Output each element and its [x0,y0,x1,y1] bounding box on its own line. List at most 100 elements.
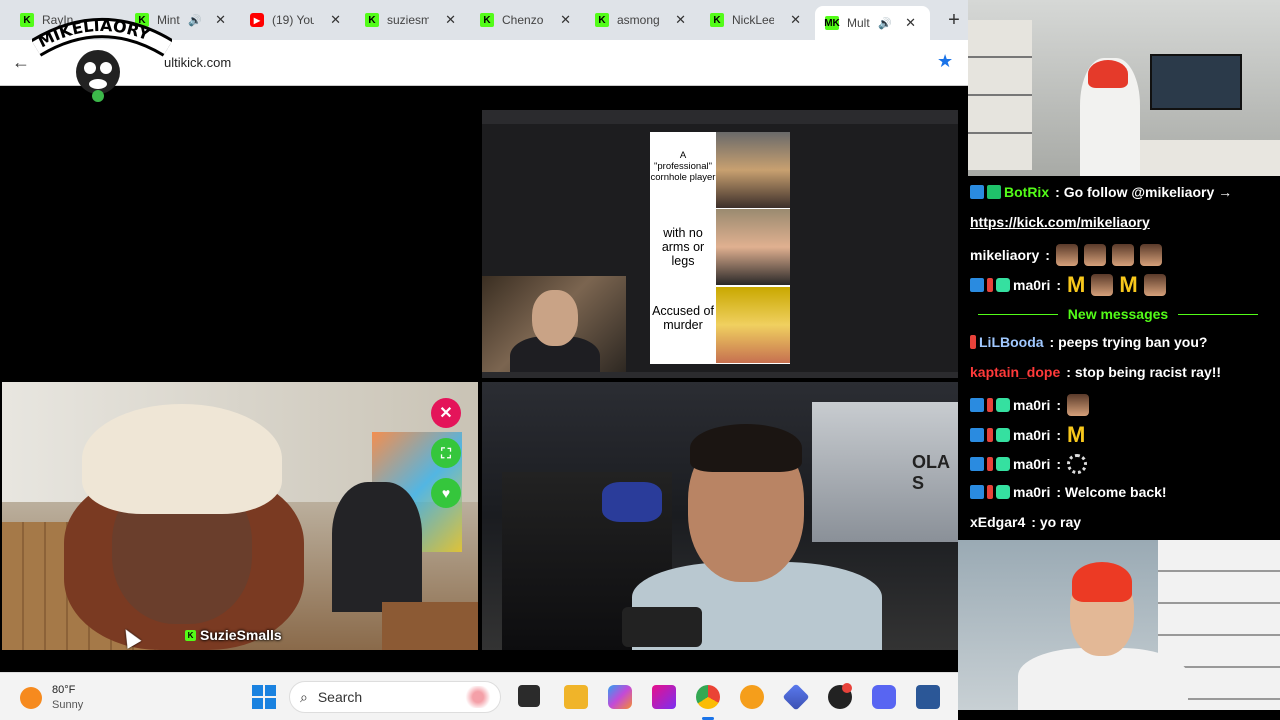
shelves [968,20,1032,170]
switch-badge-icon [987,278,993,292]
sun-app-icon[interactable] [740,685,764,709]
verified-badge-icon [970,278,984,292]
new-messages-divider[interactable]: New messages [978,304,1258,324]
chat-username[interactable]: kaptain_dope [970,364,1060,380]
close-tab-icon[interactable]: ✕ [560,12,571,28]
switch-badge-icon [987,398,993,412]
weather-widget[interactable]: 80°F Sunny [20,683,83,713]
close-stream-button[interactable]: ✕ [431,398,461,428]
chat-message: ma0ri: Welcome back! [970,484,1167,500]
verified-badge-icon [970,457,984,471]
verified-badge-icon [970,398,984,412]
streamer-beanie [1072,562,1132,602]
fullscreen-button[interactable]: ⛶ [431,438,461,468]
sub-badge-icon [996,428,1010,442]
stream-tile-car[interactable]: OLA S [482,382,958,650]
tab-suzie[interactable]: K suziesm ✕ [355,0,470,40]
kick-icon: K [595,13,609,27]
url-field[interactable]: ultikick.com [164,55,231,70]
copilot-icon[interactable] [608,685,632,709]
tab-title: NickLee [732,13,774,27]
chat-username[interactable]: ma0ri [1013,397,1050,413]
chat-message: xEdgar4: yo ray [970,514,1082,530]
sub-badge-icon [996,485,1010,499]
tab-title: asmong [617,13,659,27]
tab-asmongold[interactable]: K asmong ✕ [585,0,700,40]
meme-photo [716,132,790,208]
desk [1118,140,1280,176]
streamer-webcam [482,276,626,378]
close-tab-icon[interactable]: ✕ [445,12,456,28]
tab-title: (19) You [272,13,314,27]
weather-text: 80°F Sunny [52,683,83,713]
close-tab-icon[interactable]: ✕ [790,12,801,28]
emote-icon [1143,274,1166,296]
kick-icon: K [185,629,196,641]
blue-item [602,482,662,522]
chat-username[interactable]: ma0ri [1013,427,1050,443]
screen: { "browser": { "tabs": [ {"label": "RayI… [0,0,1280,720]
verified-badge-icon [970,485,984,499]
word-icon[interactable] [916,685,940,709]
back-arrow-icon[interactable]: ← [12,52,30,73]
emote-icon [1091,274,1114,296]
tab-multikick[interactable]: MK Mult 🔊 ✕ [815,6,930,40]
new-tab-button[interactable]: + [940,6,968,34]
close-tab-icon[interactable]: ✕ [330,12,341,28]
sun-icon [20,687,42,709]
background-table [382,602,478,650]
speaker-icon[interactable]: 🔊 [878,17,892,30]
sub-badge-icon [996,278,1010,292]
close-tab-icon[interactable]: ✕ [675,12,686,28]
chat-message: ma0ri: [970,454,1088,474]
chat-username[interactable]: xEdgar4 [970,514,1025,530]
discord-icon[interactable] [872,685,896,709]
premiere-icon[interactable] [652,685,676,709]
multikick-icon: MK [824,16,840,30]
diamond-app-icon[interactable] [782,683,810,711]
chat-username[interactable]: ma0ri [1013,456,1050,472]
chat-username[interactable]: LiLBooda [979,334,1044,350]
stream-overlay-text [482,382,592,462]
stream-tile-asmongold[interactable]: A "professional" cornhole player with no… [482,110,958,378]
stream-browser-bar [482,110,958,124]
chat-username[interactable]: ma0ri [1013,484,1050,500]
streamer-beanie [1088,60,1128,88]
speaker-icon[interactable]: 🔊 [188,14,202,27]
streamer-hair [690,424,802,472]
search-highlight-icon [464,686,492,708]
bookmark-star-icon[interactable]: ★ [937,51,953,72]
loading-spinner-emote-icon [1067,454,1088,474]
close-tab-icon[interactable]: ✕ [215,12,226,28]
emote-icon [1111,244,1134,266]
divider-line [978,313,1058,315]
search-icon: ⌕ [300,688,308,705]
chat-text: Welcome back! [1064,484,1167,500]
chat-text: Go follow @mikeliaory → [1063,184,1233,200]
windows-taskbar: 80°F Sunny ⌕ Search [0,672,958,720]
tab-chenzo[interactable]: K Chenzo ✕ [470,0,585,40]
stream-tile-suziesmalls[interactable]: ✕ ⛶ ♥ K SuzieSmalls [2,382,478,650]
switch-badge-icon [970,335,976,349]
streamer-body [1018,648,1188,710]
chat-username[interactable]: mikeliaory [970,247,1039,263]
weather-temp: 80°F [52,684,76,696]
favorite-heart-button[interactable]: ♥ [431,478,461,508]
close-tab-icon[interactable]: ✕ [905,15,916,31]
chrome-icon[interactable] [696,685,720,709]
tab-nicklee[interactable]: K NickLee ✕ [700,0,815,40]
taskbar-search[interactable]: ⌕ Search [289,681,501,713]
chat-username[interactable]: ma0ri [1013,277,1050,293]
chat-message: ma0ri: M [970,424,1085,446]
chat-link[interactable]: https://kick.com/mikeliaory [970,214,1150,230]
streamer-name: SuzieSmalls [200,627,282,643]
task-view-icon[interactable] [518,685,540,707]
chat-message: ma0ri: [970,394,1090,416]
chat-username[interactable]: BotRix [1004,184,1049,200]
search-placeholder: Search [317,689,363,705]
file-explorer-icon[interactable] [564,685,588,709]
chat-message: kaptain_dope: stop being racist ray!! [970,364,1222,380]
webcam-face [532,290,578,346]
tab-youtube[interactable]: ▶ (19) You ✕ [240,0,355,40]
windows-start-icon[interactable] [252,685,276,709]
